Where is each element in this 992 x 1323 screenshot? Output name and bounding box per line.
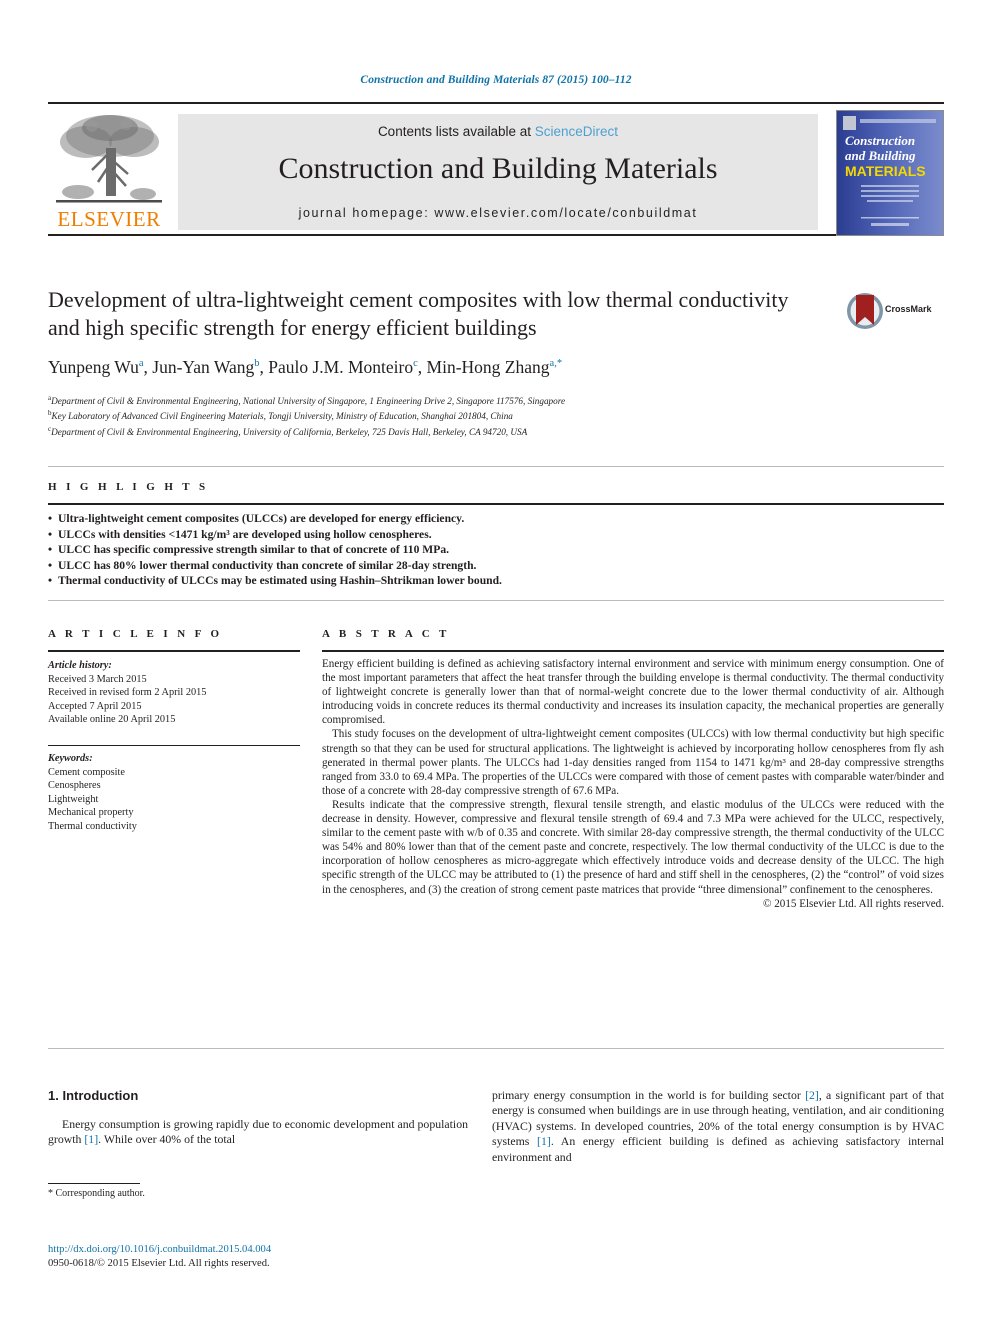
- issn-copyright: 0950-0618/© 2015 Elsevier Ltd. All right…: [48, 1258, 270, 1269]
- divider: [48, 745, 300, 747]
- keyword-item: Mechanical property: [48, 807, 134, 819]
- article-info-heading: A R T I C L E I N F O: [48, 628, 223, 640]
- abstract-body: Energy efficient building is defined as …: [322, 657, 944, 911]
- bullet-icon: •: [48, 574, 53, 588]
- affiliation-text: Department of Civil & Environmental Engi…: [51, 427, 528, 437]
- keyword-item: Thermal conductivity: [48, 820, 137, 832]
- highlights-heading: H I G H L I G H T S: [48, 481, 209, 493]
- body-column-left: 1. Introduction Energy consumption is gr…: [48, 1088, 468, 1148]
- author-name: Paulo J.M. Monteiro: [268, 357, 414, 377]
- paper-page: Construction and Building Materials 87 (…: [0, 0, 992, 1323]
- list-item: • ULCC has specific compressive strength …: [48, 542, 748, 558]
- author-mark: a,*: [549, 358, 563, 370]
- contents-box: Contents lists available at ScienceDirec…: [178, 114, 818, 230]
- cover-art: Construction and Building MATERIALS: [837, 111, 943, 235]
- divider: [48, 1048, 944, 1049]
- elsevier-wordmark: ELSEVIER: [57, 207, 161, 231]
- list-item: • ULCCs with densities <1471 kg/m³ are de…: [48, 527, 748, 543]
- running-head: Construction and Building Materials 87 (…: [360, 74, 632, 86]
- article-history: Article history: Received 3 March 2015 R…: [48, 659, 308, 727]
- contents-prefix: Contents lists available at: [377, 124, 535, 139]
- svg-text:MATERIALS: MATERIALS: [845, 163, 926, 179]
- history-item: Received in revised form 2 April 2015: [48, 687, 207, 699]
- divider: [322, 650, 944, 652]
- abstract-paragraph: This study focuses on the development of…: [322, 728, 944, 797]
- svg-text:Construction: Construction: [845, 133, 915, 148]
- affiliation-text: Key Laboratory of Advanced Civil Enginee…: [51, 411, 513, 422]
- svg-text:and Building: and Building: [845, 148, 916, 163]
- author-mark: b: [254, 358, 260, 370]
- highlight-text: Thermal conductivity of ULCCs may be est…: [58, 574, 502, 588]
- article-history-label: Article history:: [48, 660, 112, 671]
- affiliation-text: Department of Civil & Environmental Engi…: [51, 396, 566, 407]
- section-heading-introduction: 1. Introduction: [48, 1088, 139, 1103]
- history-item: Available online 20 April 2015: [48, 714, 176, 726]
- divider: [48, 650, 300, 652]
- bullet-icon: •: [48, 512, 53, 525]
- bullet-icon: •: [48, 558, 53, 572]
- doi-link[interactable]: http://dx.doi.org/10.1016/j.conbuildmat.…: [48, 1243, 548, 1257]
- citation-link[interactable]: [1]: [84, 1132, 98, 1146]
- highlights-list: • Ultra-lightweight cement composites (UL…: [48, 511, 748, 589]
- history-item: Accepted 7 April 2015: [48, 700, 142, 712]
- author-name: Yunpeng Wu: [48, 357, 139, 377]
- bullet-icon: •: [48, 527, 53, 541]
- abstract-paragraph: Energy efficient building is defined as …: [322, 658, 944, 727]
- keywords-list: Keywords: Cement composite Cenospheres L…: [48, 752, 308, 834]
- author-name: Min-Hong Zhang: [426, 357, 550, 377]
- intro-paragraph-left: Energy consumption is growing rapidly du…: [48, 1117, 468, 1148]
- bullet-icon: •: [48, 543, 53, 557]
- abstract-heading: A B S T R A C T: [322, 628, 450, 640]
- affiliation-item: cDepartment of Civil & Environmental Eng…: [48, 423, 928, 438]
- page-footer: http://dx.doi.org/10.1016/j.conbuildmat.…: [48, 1243, 548, 1271]
- author-mark: c: [413, 358, 418, 370]
- page-title: Development of ultra-lightweight cement …: [48, 287, 789, 340]
- crossmark-label: CrossMark: [885, 304, 932, 314]
- keyword-item: Lightweight: [48, 793, 99, 805]
- intro-paragraph-right: primary energy consumption in the world …: [492, 1088, 944, 1165]
- highlight-text: ULCC has 80% lower thermal conductivity …: [58, 558, 477, 572]
- crossmark-icon: [847, 293, 883, 329]
- abstract-copyright: © 2015 Elsevier Ltd. All rights reserved…: [763, 897, 944, 910]
- intro-right-part1: primary energy consumption in the world …: [492, 1088, 806, 1102]
- highlight-text: Ultra-lightweight cement composites (ULC…: [58, 512, 465, 525]
- body-column-right: primary energy consumption in the world …: [492, 1088, 944, 1165]
- keyword-item: Cenospheres: [48, 780, 101, 792]
- intro-right-part3: . An energy efficient building is define…: [492, 1134, 944, 1164]
- affiliation-item: aDepartment of Civil & Environmental Eng…: [48, 392, 928, 407]
- history-item: Received 3 March 2015: [48, 673, 147, 685]
- journal-homepage[interactable]: journal homepage: www.elsevier.com/locat…: [178, 206, 818, 220]
- citation-link[interactable]: [1]: [537, 1134, 551, 1148]
- crossmark-badge[interactable]: CrossMark: [845, 291, 935, 333]
- contents-available-line: Contents lists available at ScienceDirec…: [178, 124, 818, 139]
- divider: [48, 1183, 140, 1184]
- journal-cover-thumbnail: Construction and Building MATERIALS: [836, 110, 944, 236]
- corresponding-author-note: * Corresponding author.: [48, 1188, 145, 1199]
- list-item: • ULCC has 80% lower thermal conductivity…: [48, 558, 748, 574]
- list-item: • Ultra-lightweight cement composites (UL…: [48, 511, 748, 527]
- journal-masthead: ELSEVIER Contents lists available at Sci…: [48, 102, 944, 236]
- intro-text-part2: . While over 40% of the total: [98, 1132, 236, 1147]
- author-list: Yunpeng Wua, Jun-Yan Wangb, Paulo J.M. M…: [48, 357, 563, 377]
- author-mark: a: [138, 358, 144, 370]
- divider: [48, 600, 944, 601]
- citation-link[interactable]: [2]: [805, 1088, 819, 1102]
- highlight-text: ULCC has specific compressive strength s…: [58, 543, 450, 557]
- sciencedirect-link[interactable]: ScienceDirect: [535, 124, 618, 139]
- keyword-item: Cement composite: [48, 766, 125, 778]
- affiliation-list: aDepartment of Civil & Environmental Eng…: [48, 392, 928, 438]
- keywords-label: Keywords:: [48, 753, 93, 764]
- elsevier-tree-icon: [56, 115, 162, 203]
- journal-title: Construction and Building Materials: [278, 152, 718, 185]
- divider: [48, 466, 944, 467]
- elsevier-logo: ELSEVIER: [48, 108, 170, 234]
- abstract-paragraph: Results indicate that the compressive st…: [322, 798, 944, 896]
- affiliation-item: bKey Laboratory of Advanced Civil Engine…: [48, 407, 928, 422]
- divider: [48, 503, 944, 505]
- list-item: • Thermal conductivity of ULCCs may be es…: [48, 573, 748, 589]
- highlight-text: ULCCs with densities <1471 kg/m³ are dev…: [58, 527, 432, 541]
- author-name: Jun-Yan Wang: [152, 357, 255, 377]
